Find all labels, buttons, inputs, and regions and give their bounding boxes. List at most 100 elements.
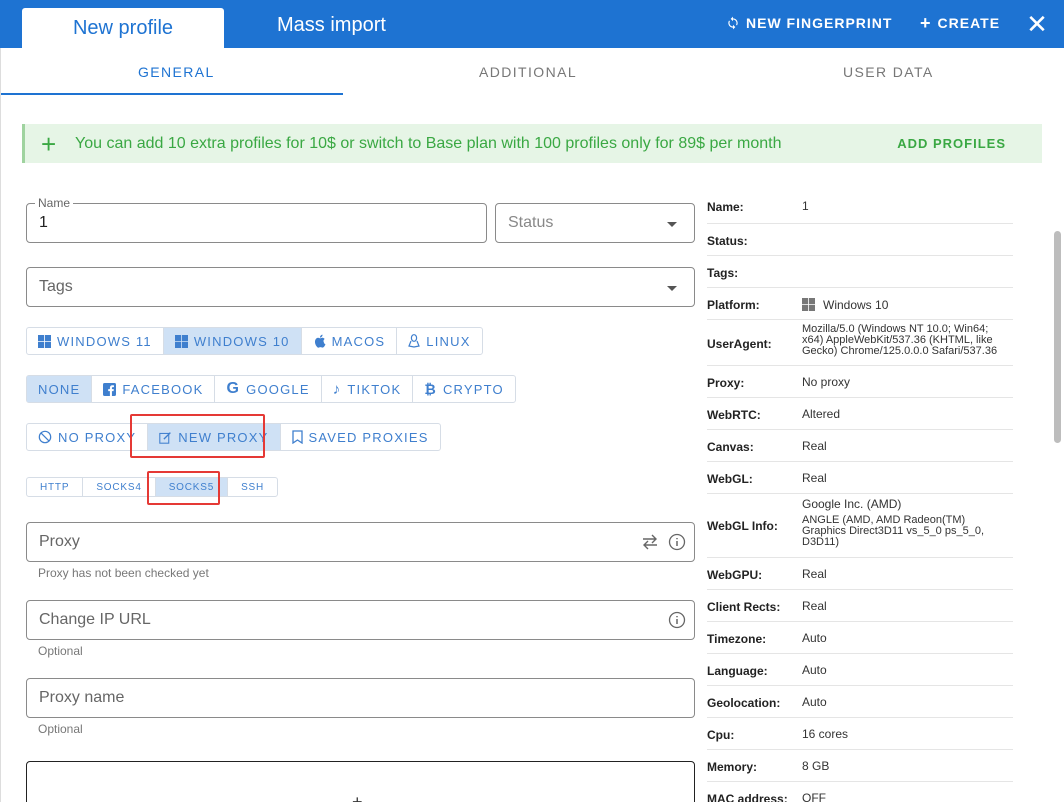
google-icon: G <box>226 380 241 397</box>
new-fingerprint-label: NEW FINGERPRINT <box>746 15 893 31</box>
profile-summary: Name: 1 Status: Tags: Platform: Windows … <box>707 192 1013 802</box>
status-select[interactable]: Status <box>495 203 695 243</box>
summary-value: Auto <box>802 663 827 677</box>
os-windows11-button[interactable]: WINDOWS 11 <box>27 328 164 354</box>
tiktok-icon: ♪ <box>332 380 342 398</box>
template-tiktok-button[interactable]: ♪ TIKTOK <box>322 376 414 402</box>
summary-row: WebGL: Real <box>707 462 1013 494</box>
os-selector: WINDOWS 11 WINDOWS 10 MACOS LINUX <box>26 327 483 355</box>
tab-user-data[interactable]: USER DATA <box>843 64 934 80</box>
summary-row: Canvas: Real <box>707 430 1013 462</box>
os-label: WINDOWS 11 <box>57 333 152 349</box>
banner-message: You can add 10 extra profiles for 10$ or… <box>75 134 782 152</box>
new-fingerprint-button[interactable]: NEW FINGERPRINT <box>726 15 892 31</box>
template-facebook-button[interactable]: FACEBOOK <box>92 376 216 402</box>
summary-row: WebGL Info: Google Inc. (AMD) ANGLE (AMD… <box>707 494 1013 558</box>
summary-row: Status: <box>707 224 1013 256</box>
summary-row: Tags: <box>707 256 1013 288</box>
template-selector: NONE FACEBOOK G GOOGLE ♪ TIKTOK ₿ CRYPTO <box>26 375 516 403</box>
summary-value: Windows 10 <box>802 298 1012 311</box>
summary-key: WebGPU: <box>707 568 763 582</box>
summary-row: Timezone: Auto <box>707 622 1013 654</box>
bookmark-icon <box>291 430 303 444</box>
swap-icon[interactable] <box>641 533 659 551</box>
template-label: NONE <box>38 381 81 397</box>
proxy-input[interactable]: Proxy <box>26 522 695 562</box>
summary-value: Mozilla/5.0 (Windows NT 10.0; Win64; x64… <box>802 323 998 357</box>
tab-additional[interactable]: ADDITIONAL <box>479 64 577 80</box>
active-tab-indicator <box>1 93 343 95</box>
tab-mass-import[interactable]: Mass import <box>277 14 386 37</box>
tags-placeholder: Tags <box>39 278 73 295</box>
os-macos-button[interactable]: MACOS <box>302 328 398 354</box>
summary-value: Auto <box>802 695 827 709</box>
windows-icon <box>802 298 815 311</box>
summary-value: OFF <box>802 791 826 802</box>
summary-row: Platform: Windows 10 <box>707 288 1013 320</box>
saved-proxies-button[interactable]: SAVED PROXIES <box>281 424 440 450</box>
summary-key: Name: <box>707 200 744 214</box>
proxy-type-ssh[interactable]: SSH <box>228 478 277 496</box>
change-ip-url-input[interactable]: Change IP URL <box>26 600 695 640</box>
summary-row: Proxy: No proxy <box>707 366 1013 398</box>
info-icon[interactable] <box>668 611 686 629</box>
proxy-type-http[interactable]: HTTP <box>27 478 84 496</box>
summary-row: Geolocation: Auto <box>707 686 1013 718</box>
proxy-name-hint: Optional <box>38 722 83 736</box>
name-value: 1 <box>39 214 48 231</box>
subtab-bar: GENERAL ADDITIONAL USER DATA <box>1 48 1051 96</box>
close-icon[interactable]: ✕ <box>1026 11 1048 37</box>
os-linux-button[interactable]: LINUX <box>397 328 481 354</box>
summary-row: WebGPU: Real <box>707 558 1013 590</box>
summary-key: Status: <box>707 234 748 248</box>
os-windows10-button[interactable]: WINDOWS 10 <box>163 328 302 354</box>
summary-key: MAC address: <box>707 792 788 802</box>
proxy-mode-label: NO PROXY <box>58 429 137 445</box>
plus-icon: + <box>920 13 932 33</box>
apple-icon <box>313 334 326 348</box>
summary-row: Name: 1 <box>707 192 1013 224</box>
summary-row: Language: Auto <box>707 654 1013 686</box>
proxy-name-input[interactable]: Proxy name <box>26 678 695 718</box>
add-profiles-button[interactable]: ADD PROFILES <box>897 136 1006 151</box>
summary-value: Altered <box>802 407 841 421</box>
name-field[interactable]: Name 1 <box>26 196 487 243</box>
summary-key: WebGL: <box>707 472 753 486</box>
profile-editor: GENERAL ADDITIONAL USER DATA + You can a… <box>0 48 1064 802</box>
template-google-button[interactable]: G GOOGLE <box>215 376 322 402</box>
chevron-down-icon <box>667 222 677 227</box>
create-button[interactable]: + CREATE <box>920 13 1000 33</box>
summary-key: Platform: <box>707 298 760 312</box>
summary-row: Memory: 8 GB <box>707 750 1013 782</box>
proxy-type-label: SSH <box>241 481 265 493</box>
linux-icon <box>408 334 421 348</box>
tab-general[interactable]: GENERAL <box>138 64 215 80</box>
proxy-type-label: SOCKS4 <box>96 481 142 493</box>
proxy-type-socks4[interactable]: SOCKS4 <box>83 478 156 496</box>
summary-key: Cpu: <box>707 728 735 742</box>
summary-key: Tags: <box>707 266 739 280</box>
platform-value: Windows 10 <box>823 297 889 312</box>
summary-key: Client Rects: <box>707 600 781 614</box>
template-none-button[interactable]: NONE <box>27 376 93 402</box>
summary-value: 1 <box>802 199 809 213</box>
summary-key: UserAgent: <box>707 337 772 351</box>
scrollbar[interactable] <box>1054 231 1061 443</box>
summary-key: WebGL Info: <box>707 519 778 533</box>
template-crypto-button[interactable]: ₿ CRYPTO <box>413 376 515 402</box>
drop-zone[interactable]: + <box>26 761 695 802</box>
tab-new-profile[interactable]: New profile <box>22 8 224 48</box>
tags-select[interactable]: Tags <box>26 267 695 307</box>
summary-key: Timezone: <box>707 632 767 646</box>
info-icon[interactable] <box>668 533 686 551</box>
change-ip-hint: Optional <box>38 644 83 658</box>
summary-value: No proxy <box>802 375 851 389</box>
refresh-icon <box>726 16 740 30</box>
name-label: Name <box>35 196 74 210</box>
template-label: GOOGLE <box>246 381 310 397</box>
proxy-mode-label: SAVED PROXIES <box>308 429 429 445</box>
facebook-icon <box>103 382 117 396</box>
bitcoin-icon: ₿ <box>424 381 437 397</box>
block-icon <box>38 430 52 444</box>
windows-icon <box>38 334 51 348</box>
